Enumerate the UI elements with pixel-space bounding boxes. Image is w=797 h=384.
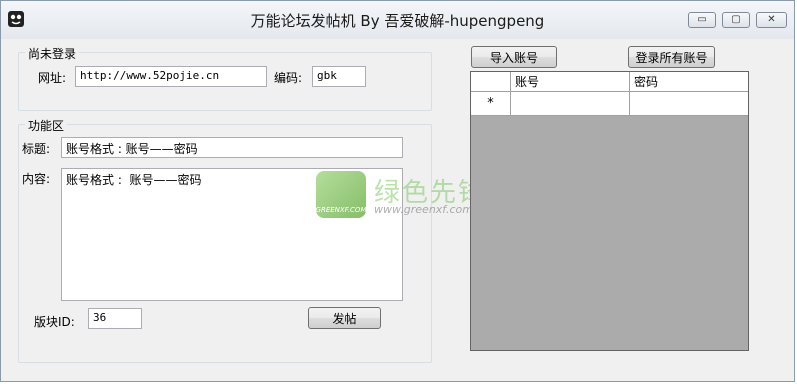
app-window: 万能论坛发帖机 By 吾爱破解-hupengpeng ▭ ▢ ✕ 尚未登录 网址… [0, 0, 795, 382]
new-row[interactable]: * [471, 92, 748, 116]
title-input[interactable]: 账号格式 : 账号——密码 [61, 137, 403, 158]
url-input[interactable]: http://www.52pojie.cn [75, 66, 267, 87]
new-row-password-cell[interactable] [630, 92, 748, 115]
window-title: 万能论坛发帖机 By 吾爱破解-hupengpeng [250, 12, 545, 30]
url-label: 网址: [38, 71, 67, 85]
import-accounts-button[interactable]: 导入账号 [471, 46, 557, 68]
new-row-account-cell[interactable] [511, 92, 630, 115]
encoding-label: 编码: [274, 71, 303, 85]
title-label: 标题: [22, 142, 51, 156]
new-row-marker: * [471, 92, 511, 115]
watermark-logo: GREENXF.COM [316, 171, 366, 218]
maximize-button[interactable]: ▢ [722, 12, 750, 28]
minimize-button[interactable]: ▭ [688, 12, 716, 28]
post-button[interactable]: 发帖 [308, 307, 381, 329]
column-header-account[interactable]: 账号 [511, 72, 630, 91]
watermark-url: www.greenxf.com [374, 203, 473, 216]
accounts-grid[interactable]: 账号 密码 * [470, 71, 749, 351]
grid-header: 账号 密码 [471, 72, 748, 92]
close-button[interactable]: ✕ [756, 12, 787, 28]
board-id-label: 版块ID: [34, 315, 75, 329]
watermark-logo-text: GREENXF.COM [315, 206, 367, 214]
encoding-input[interactable]: gbk [312, 66, 366, 87]
login-all-accounts-button[interactable]: 登录所有账号 [628, 46, 715, 68]
title-bar[interactable]: 万能论坛发帖机 By 吾爱破解-hupengpeng ▭ ▢ ✕ [1, 1, 794, 39]
content-label: 内容: [22, 172, 51, 186]
column-header-password[interactable]: 密码 [630, 72, 748, 91]
maximize-icon: ▢ [731, 14, 741, 25]
login-status-legend: 尚未登录 [25, 45, 80, 62]
grid-corner-cell [471, 72, 511, 91]
function-legend: 功能区 [25, 117, 68, 134]
minimize-icon: ▭ [697, 14, 707, 25]
board-id-input[interactable]: 36 [88, 308, 142, 329]
close-icon: ✕ [767, 14, 776, 25]
